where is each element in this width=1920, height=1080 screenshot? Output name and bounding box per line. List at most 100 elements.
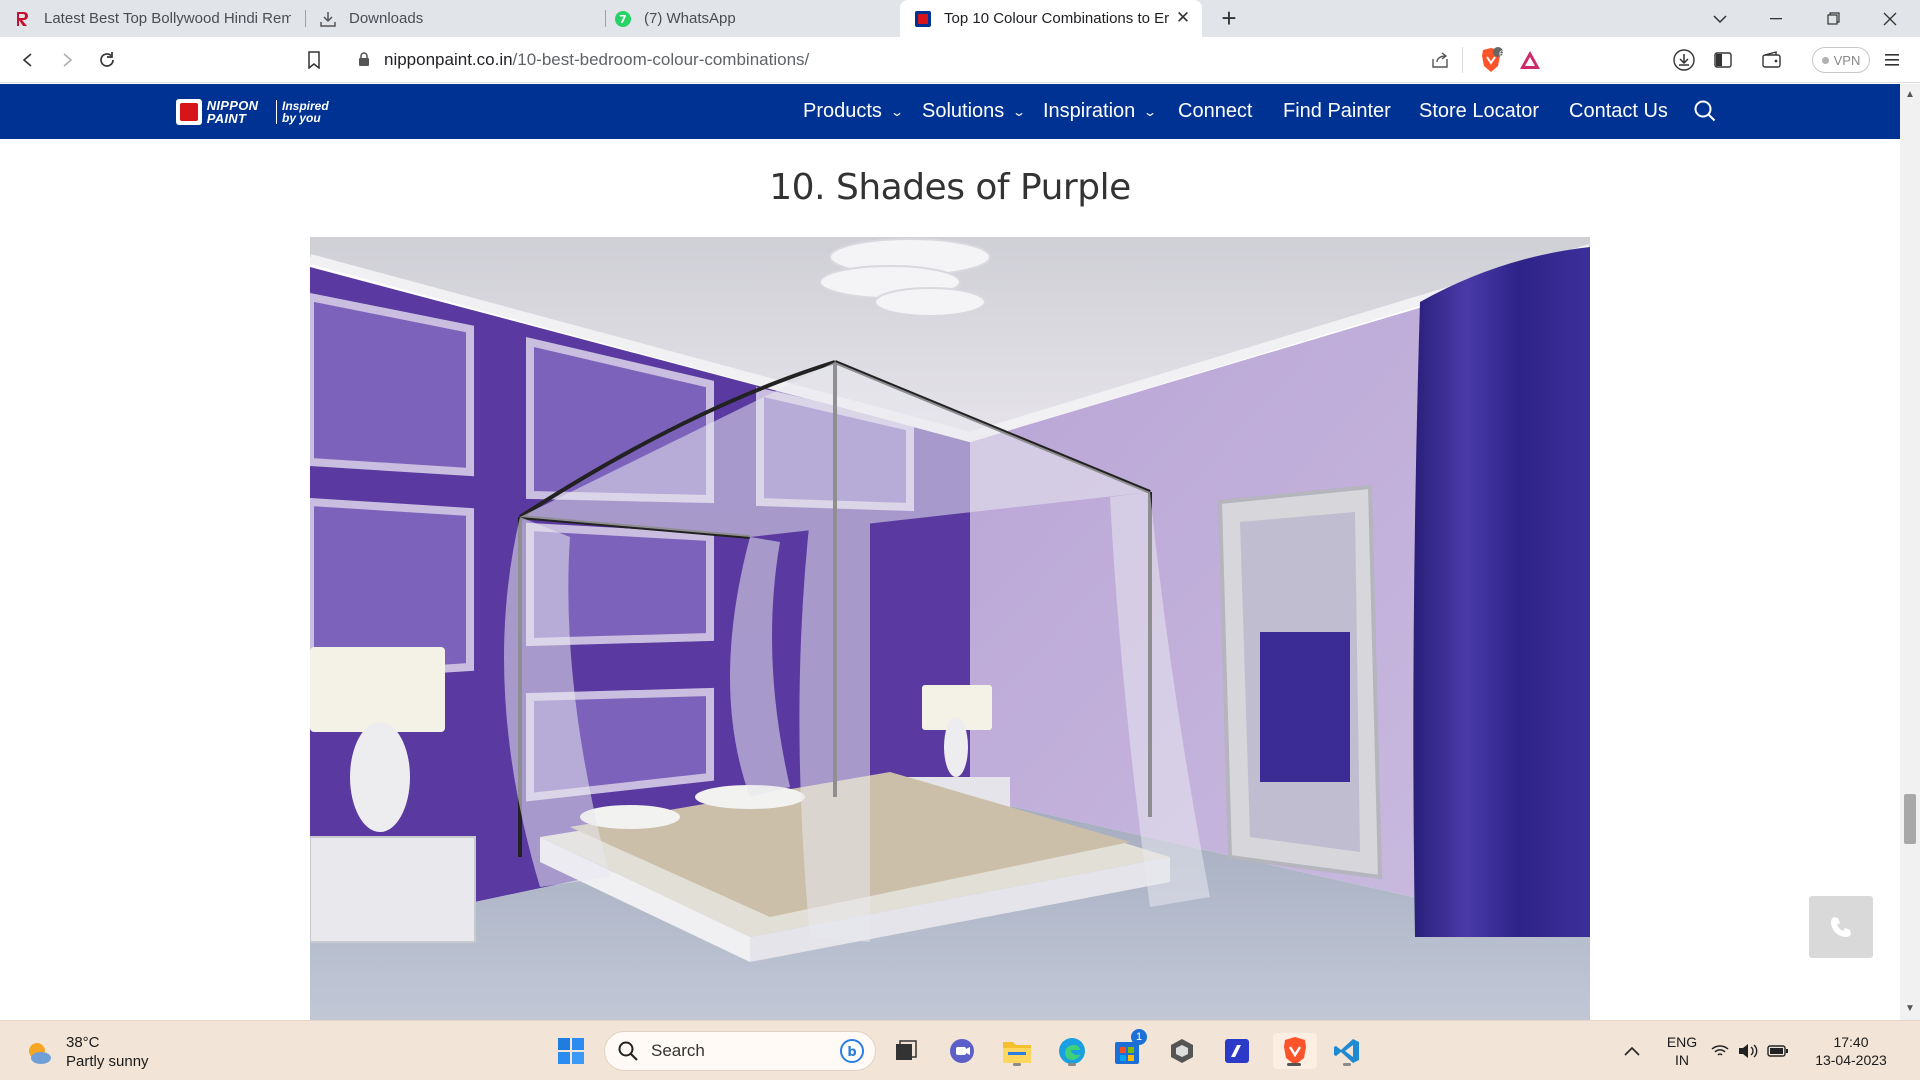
tab-search-chevron-icon[interactable] (1692, 0, 1748, 37)
sidebar-icon[interactable] (1708, 45, 1738, 75)
bing-chat-icon: b (840, 1039, 864, 1063)
nippon-favicon-icon (914, 10, 932, 28)
clock[interactable]: 17:40 13-04-2023 (1808, 1033, 1894, 1069)
running-indicator (1013, 1063, 1021, 1066)
nav-label: Inspiration (1043, 100, 1136, 122)
tab-nippon-active[interactable]: Top 10 Colour Combinations to Er ✕ (900, 0, 1202, 37)
logo-brand: NIPPON PAINT (206, 98, 259, 126)
code-editor-app-icon[interactable] (1219, 1033, 1255, 1069)
task-view-icon[interactable] (888, 1033, 924, 1069)
new-tab-button[interactable]: + (1215, 4, 1243, 32)
taskbar-search[interactable]: Search b (604, 1031, 876, 1071)
nippon-mark-icon (176, 99, 202, 125)
tab-title: Latest Best Top Bollywood Hindi Remi (44, 10, 291, 27)
close-window-button[interactable] (1862, 0, 1918, 37)
tab-title: (7) WhatsApp (644, 10, 736, 27)
share-icon[interactable] (1425, 45, 1455, 75)
tab-bollywood[interactable]: Latest Best Top Bollywood Hindi Remi (0, 0, 305, 37)
running-indicator (1068, 1063, 1076, 1066)
weather-widget[interactable]: 38°C Partly sunny (24, 1033, 149, 1071)
wallet-icon[interactable] (1757, 45, 1787, 75)
nav-inspiration[interactable]: Inspiration ⌄ (1043, 84, 1158, 139)
tab-title: Top 10 Colour Combinations to Er (944, 10, 1170, 27)
download-icon (319, 10, 337, 28)
weather-temp: 38°C (66, 1034, 100, 1051)
vpn-button[interactable]: VPN (1812, 47, 1870, 73)
page-scrollbar[interactable]: ▲ ▼ (1900, 84, 1920, 1020)
running-indicator (1287, 1063, 1301, 1066)
weather-desc: Partly sunny (66, 1053, 149, 1070)
tab-whatsapp[interactable]: 7 (7) WhatsApp (600, 0, 900, 37)
windows-taskbar: 38°C Partly sunny Search b 1 ENG IN 17:4… (0, 1020, 1920, 1080)
back-button[interactable] (13, 45, 43, 75)
downloads-toolbar-icon[interactable] (1669, 45, 1699, 75)
unity-icon[interactable] (1164, 1033, 1200, 1069)
microsoft-store-icon[interactable]: 1 (1109, 1029, 1147, 1069)
r-logo-icon (14, 10, 32, 28)
search-icon (618, 1041, 638, 1061)
svg-text:b: b (847, 1045, 856, 1060)
nav-solutions[interactable]: Solutions ⌄ (922, 84, 1027, 139)
phone-icon (1831, 917, 1851, 937)
logo-tagline: Inspired by you (276, 100, 329, 124)
shields-count: 6 (1499, 49, 1505, 59)
nav-label: Contact Us (1569, 100, 1668, 122)
toolbar-divider (1462, 47, 1463, 73)
partly-sunny-icon (29, 1043, 51, 1064)
clock-date: 13-04-2023 (1815, 1052, 1887, 1068)
volume-icon (1739, 1044, 1758, 1058)
running-indicator (1343, 1063, 1351, 1066)
brave-rewards-icon[interactable] (1515, 45, 1545, 75)
nav-contact-us[interactable]: Contact Us (1569, 84, 1668, 139)
nav-connect[interactable]: Connect (1178, 84, 1253, 139)
brave-shields-icon[interactable]: 6 (1476, 45, 1506, 75)
nav-store-locator[interactable]: Store Locator (1419, 84, 1539, 139)
vscode-icon[interactable] (1329, 1033, 1365, 1069)
menu-icon[interactable] (1877, 45, 1907, 75)
nav-label: Solutions (922, 100, 1005, 122)
nav-label: Find Painter (1283, 100, 1391, 122)
reload-button[interactable] (92, 45, 122, 75)
chevron-down-icon: ⌄ (1012, 104, 1027, 119)
file-explorer-icon[interactable] (999, 1033, 1035, 1069)
section-heading: 10. Shades of Purple (769, 167, 1131, 208)
call-button[interactable] (1809, 896, 1873, 958)
scrollbar-thumb[interactable] (1904, 794, 1916, 844)
brave-browser-icon[interactable] (1273, 1033, 1317, 1069)
restore-button[interactable] (1805, 0, 1861, 37)
nav-find-painter[interactable]: Find Painter (1283, 84, 1391, 139)
bookmark-icon[interactable] (299, 45, 329, 75)
language-indicator[interactable]: ENG IN (1664, 1033, 1700, 1069)
nav-label: Store Locator (1419, 100, 1540, 122)
address-bar[interactable]: nipponpaint.co.in/10-best-bedroom-colour… (340, 42, 1555, 78)
battery-icon (1767, 1045, 1788, 1057)
browser-tab-strip: Latest Best Top Bollywood Hindi Remi Dow… (0, 0, 1920, 37)
forward-button[interactable] (52, 45, 82, 75)
store-badge: 1 (1131, 1029, 1147, 1045)
nippon-logo[interactable]: NIPPON PAINT Inspired by you (176, 94, 329, 130)
lock-icon (358, 52, 370, 72)
search-icon[interactable] (1692, 98, 1718, 124)
scroll-down-arrow-icon[interactable]: ▼ (1905, 1004, 1915, 1014)
clock-time: 17:40 (1833, 1034, 1869, 1050)
close-tab-icon[interactable]: ✕ (1174, 9, 1192, 27)
purple-bedroom-image (310, 237, 1590, 1020)
whatsapp-icon: 7 (614, 10, 632, 28)
scroll-up-arrow-icon[interactable]: ▲ (1905, 90, 1915, 100)
start-button-windows-icon[interactable] (553, 1033, 589, 1069)
tab-title: Downloads (349, 10, 424, 27)
chevron-down-icon: ⌄ (1143, 104, 1158, 119)
show-hidden-icons-chevron-icon[interactable] (1614, 1033, 1650, 1069)
system-tray-status[interactable] (1710, 1033, 1790, 1069)
url-text: nipponpaint.co.in/10-best-bedroom-colour… (384, 50, 810, 69)
nav-label: Products (803, 100, 882, 122)
tab-downloads[interactable]: Downloads (305, 0, 605, 37)
teams-chat-icon[interactable] (944, 1033, 980, 1069)
vpn-status-dot (1821, 56, 1829, 64)
browser-toolbar: nipponpaint.co.in/10-best-bedroom-colour… (0, 37, 1920, 83)
minimize-button[interactable] (1748, 0, 1804, 37)
svg-text:7: 7 (619, 13, 627, 26)
edge-browser-icon[interactable] (1054, 1033, 1090, 1069)
nav-products[interactable]: Products ⌄ (803, 84, 904, 139)
article-content: 10. Shades of Purple (0, 139, 1900, 1020)
